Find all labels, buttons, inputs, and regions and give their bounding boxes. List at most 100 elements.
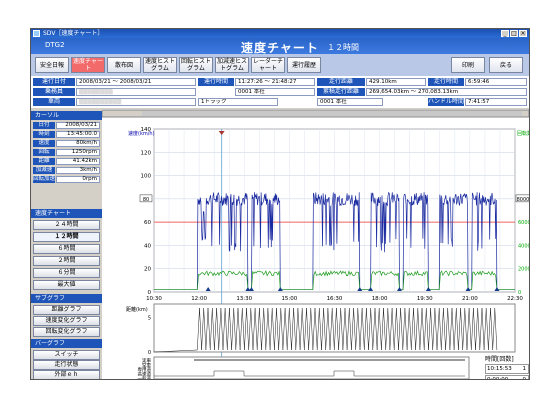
driver-id-redacted: ▒▒▒▒▒▒▒▒ <box>76 88 196 96</box>
speed-range-button[interactable]: １２時間 <box>33 232 100 242</box>
sub-graph-section-title: サブグラフ <box>31 294 102 303</box>
bar-graph-button[interactable]: スイッチ <box>33 350 100 360</box>
sub-graph-button[interactable]: 速度変化グラフ <box>33 316 100 326</box>
driver-label: 乗務員 <box>33 88 75 96</box>
x-tick-label: 12:00 <box>191 296 207 302</box>
cursor-section-title: カーソル <box>31 111 102 120</box>
cursor-row: 時刻 13:45:00.0 <box>33 131 100 139</box>
table-title: 時間[回数] <box>485 356 514 363</box>
sub-graph-button[interactable]: 距離グラフ <box>33 305 100 315</box>
app-window: SDV［速度チャート］ _ □ × DTG2 速度チャート １２時間 安全日報 … <box>30 28 530 380</box>
rpm-histogram-button[interactable]: 回転ヒストグラム <box>179 57 213 73</box>
y-tick-label: 120 <box>141 150 152 156</box>
cursor-key: 回転 <box>33 149 55 156</box>
safety-report-button[interactable]: 安全日報 <box>35 57 69 73</box>
speed-range-button[interactable]: ２時間 <box>33 256 100 266</box>
op-date-value: 2008/03/21 ～ 2008/03/21 <box>76 78 196 86</box>
distance-tick-label: 5 <box>148 316 151 322</box>
y-tick-label: 20 <box>144 267 151 273</box>
cursor-key: 距離 <box>33 158 55 165</box>
handle-time-label: ハンドル時間 <box>428 98 465 106</box>
speed-chart-section-title: 速度チャート <box>31 209 102 218</box>
table-row: 0:00:00 0 <box>485 375 529 380</box>
op-time-value: 11:27:26 ～ 21:48:27 <box>235 78 315 86</box>
y2-tick-label: 4000 <box>518 243 529 249</box>
total-dist-value: 269,654.03km ～ 270,083.13km <box>366 88 527 96</box>
op-date-label: 運行日付 <box>33 78 75 86</box>
run-dist-value: 429.10km <box>366 78 426 86</box>
print-button[interactable]: 印刷 <box>451 57 485 73</box>
y-tick-label: 100 <box>141 174 152 180</box>
info-panel: 運行日付 2008/03/21 ～ 2008/03/21 運行時間 11:27:… <box>31 76 529 108</box>
title-bar: SDV［速度チャート］ _ □ × <box>31 29 529 38</box>
cursor-value: 13:45:00.0 <box>56 131 100 138</box>
vehicle-id-redacted: ▒▒▒▒▒▒▒▒▒▒ <box>76 98 196 106</box>
rpm-marker-label: 8000 <box>517 197 529 203</box>
op-time-label: 運行時間 <box>198 78 234 86</box>
y2-tick-label: 6000 <box>518 220 529 226</box>
speed-range-button[interactable]: 最大値 <box>33 280 100 290</box>
cursor-key: 回転加速 <box>33 176 56 183</box>
cursor-row: 回転加速 0rpm <box>33 176 100 184</box>
vehicle-name: 1トラック <box>198 98 278 106</box>
cursor-key: 日付 <box>33 122 55 129</box>
sub-graph-button[interactable]: 回転変化グラフ <box>33 327 100 337</box>
cursor-key: 加減速 <box>33 167 55 174</box>
table-count: 0 <box>522 377 527 380</box>
x-tick-label: 16:30 <box>327 296 343 302</box>
accel-histogram-button[interactable]: 加減速ヒストグラム <box>215 57 249 73</box>
y2-axis-label: 回転数(rpm) <box>517 130 529 137</box>
run-dist-label: 走行距離 <box>317 78 365 86</box>
speed-chart-button[interactable]: 速度チャート <box>71 57 105 73</box>
time-range: １２時間 <box>327 43 359 52</box>
x-tick-label: 19:30 <box>417 296 433 302</box>
speed-histogram-button[interactable]: 速度ヒストグラム <box>143 57 177 73</box>
cursor-value: 0rpm <box>56 176 100 183</box>
cursor-key: 時刻 <box>33 131 55 138</box>
close-icon[interactable]: × <box>519 30 527 37</box>
run-time-label: 走行時間 <box>428 78 464 86</box>
speed-chart-svg[interactable]: 02040608010012014010:3012:0013:3015:0016… <box>102 109 529 380</box>
history-button[interactable]: 運行履歴 <box>287 57 321 73</box>
chart-area[interactable]: 02040608010012014010:3012:0013:3015:0016… <box>102 109 529 380</box>
table-time: 10:15:53 <box>487 366 512 372</box>
cursor-value: 3km/h <box>56 167 100 174</box>
cursor-value: 2008/03/21 <box>56 122 100 129</box>
bar-graph-button[interactable]: 外部ｅｈ <box>33 370 100 379</box>
cursor-row: 加減速 3km/h <box>33 167 100 175</box>
x-tick-label: 22:30 <box>507 296 523 302</box>
screen-code: DTG2 <box>45 41 65 49</box>
speed-range-button[interactable]: ６時間 <box>33 244 100 254</box>
radar-chart-button[interactable]: レーダーチャート <box>251 57 285 73</box>
cursor-key: 速度 <box>33 140 55 147</box>
back-button[interactable]: 戻る <box>489 57 523 73</box>
run-time-value: 6:59:46 <box>465 78 527 86</box>
page-header: DTG2 速度チャート １２時間 <box>31 38 529 55</box>
cursor-row: 距離 41.42km <box>33 158 100 166</box>
maximize-icon[interactable]: □ <box>510 30 518 37</box>
office-value: 0001 本社 <box>317 98 383 106</box>
distance-tick-label: 0 <box>148 350 151 356</box>
y2-tick-label: 2000 <box>518 267 529 273</box>
scatter-button[interactable]: 散布図 <box>107 57 141 73</box>
y-axis-label: 速度(km/h) <box>128 130 155 137</box>
speed-range-button[interactable]: ６分間 <box>33 268 100 278</box>
toolbar: 安全日報 速度チャート 散布図 速度ヒストグラム 回転ヒストグラム 加減速ヒスト… <box>31 54 529 76</box>
y-tick-label: 40 <box>144 243 151 249</box>
x-tick-label: 21:00 <box>462 296 478 302</box>
cursor-row: 速度 80km/h <box>33 140 100 148</box>
speed-marker-label: 80 <box>143 197 149 203</box>
time-count-table: 時間[回数] 10:15:5310:00:0000:00:0000:00:000… <box>485 355 529 380</box>
table-row: 10:15:53 1 <box>485 364 529 374</box>
side-panel: カーソル 日付 2008/03/21 時刻 13:45:00.0 速度 80km/h 回転 1… <box>31 109 102 379</box>
x-tick-label: 15:00 <box>281 296 297 302</box>
minimize-icon[interactable]: _ <box>501 30 509 37</box>
cursor-value: 80km/h <box>56 140 100 147</box>
window-title: SDV［速度チャート］ <box>43 30 104 37</box>
cursor-row: 回転 1250rpm <box>33 149 100 157</box>
cursor-value: 41.42km <box>56 158 100 165</box>
speed-range-button[interactable]: ２４時間 <box>33 220 100 230</box>
driver-office: 0001 本社 <box>235 88 315 96</box>
cursor-value: 1250rpm <box>56 149 100 156</box>
bar-graph-button[interactable]: 走行状態 <box>33 360 100 370</box>
